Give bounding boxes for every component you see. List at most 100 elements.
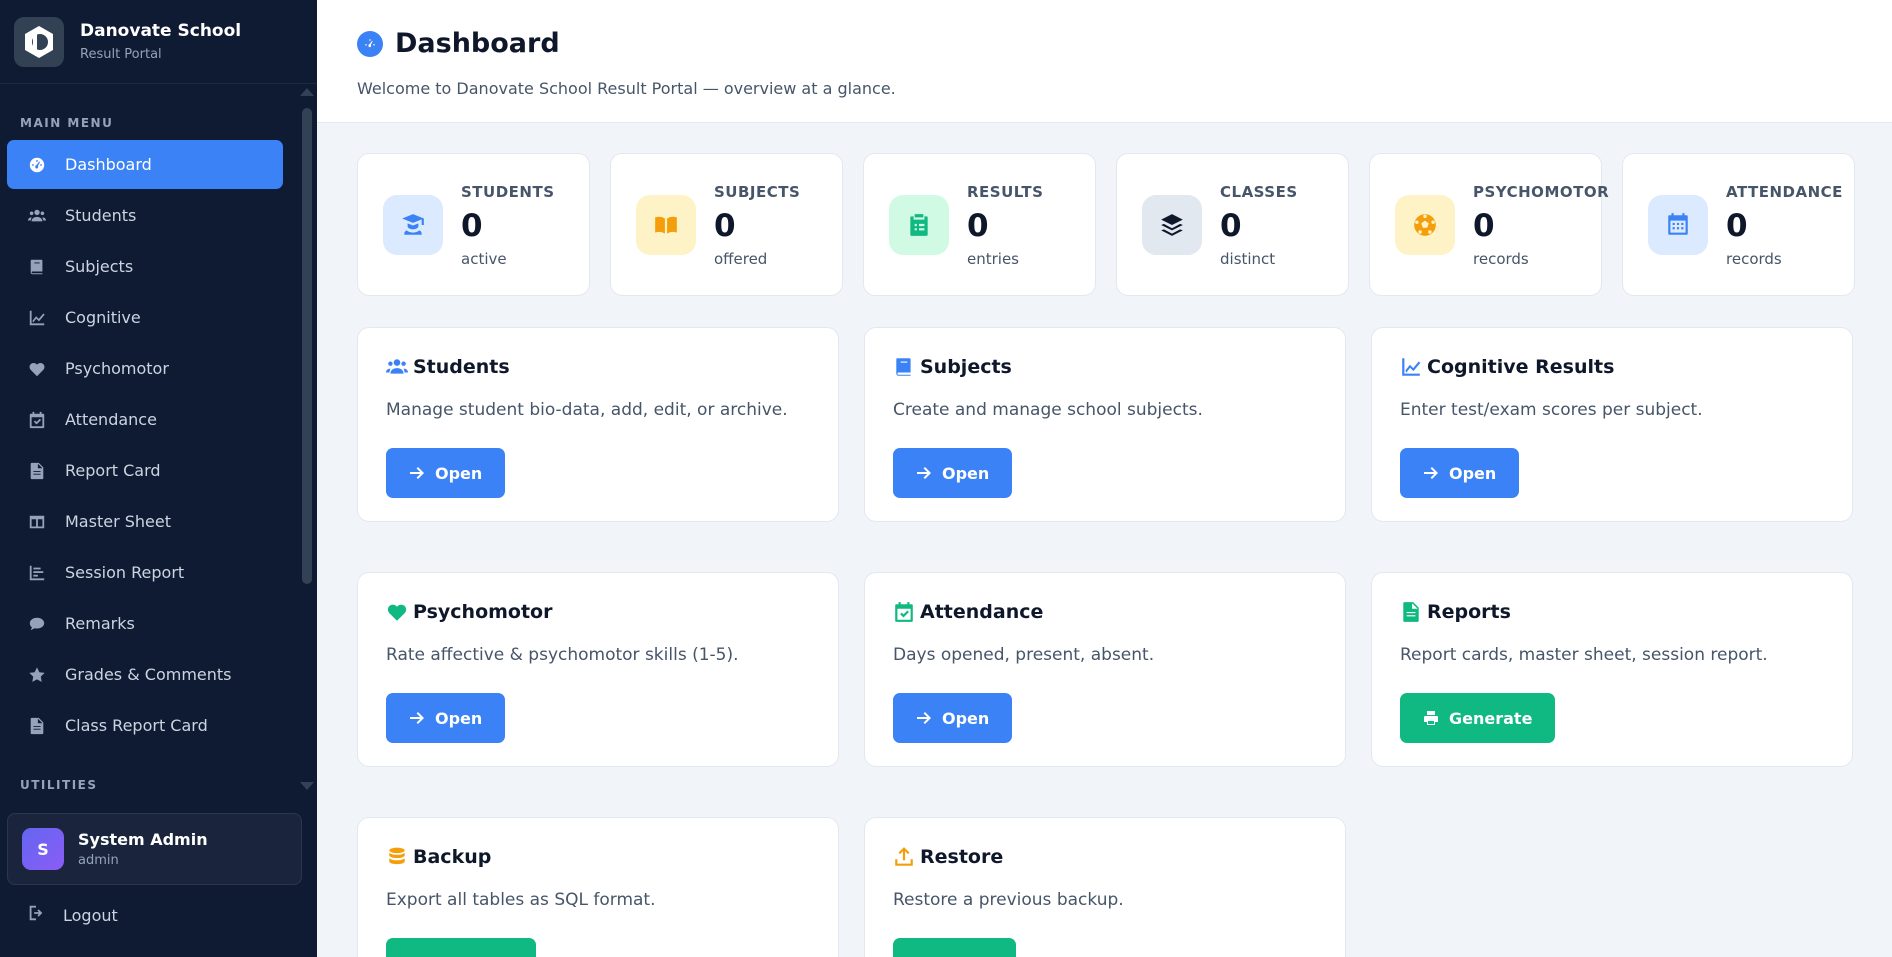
open-attendance-button[interactable]: Open	[893, 693, 1013, 743]
open-cognitive-button[interactable]: Open	[1400, 448, 1520, 498]
card-psychomotor: Psychomotor Rate affective & psychomotor…	[357, 572, 839, 767]
chart-line-icon	[1402, 358, 1421, 376]
sidebar-item-label: Attendance	[65, 410, 157, 429]
card-description: Report cards, master sheet, session repo…	[1400, 645, 1768, 665]
stat-label: CLASSES	[1220, 183, 1298, 201]
generate-reports-button[interactable]: Generate	[1400, 693, 1556, 743]
open-students-button[interactable]: Open	[386, 448, 506, 498]
sidebar-item-remarks[interactable]: Remarks	[7, 599, 283, 648]
page-header: Dashboard Welcome to Danovate School Res…	[317, 0, 1892, 123]
file-icon	[27, 461, 47, 481]
heart-icon	[27, 359, 47, 379]
sidebar-item-label: Cognitive	[65, 308, 141, 327]
card-description: Days opened, present, absent.	[893, 645, 1155, 665]
stat-sub: distinct	[1220, 250, 1276, 268]
sidebar-item-cognitive[interactable]: Cognitive	[7, 293, 283, 342]
stat-card-attendance: ATTENDANCE 0 records	[1622, 153, 1855, 296]
user-card[interactable]: S System Admin admin	[7, 813, 302, 885]
utilities-label: UTILITIES	[20, 778, 98, 792]
layers-icon	[1142, 195, 1202, 255]
calendar-check-icon	[895, 602, 913, 622]
button-label: Generate	[1449, 708, 1533, 728]
sidebar-item-dashboard[interactable]: Dashboard	[7, 140, 283, 189]
open-subjects-button[interactable]: Open	[893, 448, 1013, 498]
download-backup-button[interactable]	[386, 938, 536, 957]
sidebar-item-label: Report Card	[65, 461, 161, 480]
button-label: Open	[1449, 463, 1497, 483]
card-title: Cognitive Results	[1427, 356, 1615, 378]
arrow-right-icon	[917, 467, 931, 479]
sidebar-item-grades-comments[interactable]: Grades & Comments	[7, 650, 283, 699]
stat-label: SUBJECTS	[714, 183, 801, 201]
stat-sub: entries	[967, 250, 1019, 268]
card-title: Attendance	[920, 601, 1044, 623]
sidebar-item-report-card[interactable]: Report Card	[7, 446, 283, 495]
card-description: Create and manage school subjects.	[893, 400, 1203, 420]
card-title: Psychomotor	[413, 601, 553, 623]
sidebar-item-label: Psychomotor	[65, 359, 169, 378]
stat-label: PSYCHOMOTOR	[1473, 183, 1610, 201]
sidebar-item-class-report-card[interactable]: Class Report Card	[7, 701, 283, 750]
print-icon	[1424, 711, 1438, 725]
page-title: Dashboard	[395, 28, 560, 59]
sidebar: Danovate School Result Portal MAIN MENU …	[0, 0, 317, 957]
upload-icon	[895, 847, 913, 866]
open-psychomotor-button[interactable]: Open	[386, 693, 506, 743]
gauge-icon	[27, 155, 47, 175]
card-cognitive-results: Cognitive Results Enter test/exam scores…	[1371, 327, 1853, 522]
sidebar-item-subjects[interactable]: Subjects	[7, 242, 283, 291]
stat-sub: records	[1473, 250, 1529, 268]
main-content: Dashboard Welcome to Danovate School Res…	[317, 0, 1892, 957]
bar-chart-icon	[27, 563, 47, 583]
sidebar-item-label: Master Sheet	[65, 512, 171, 531]
file-icon	[1403, 602, 1419, 622]
card-title: Students	[413, 356, 510, 378]
sidebar-item-attendance[interactable]: Attendance	[7, 395, 283, 444]
sidebar-item-session-report[interactable]: Session Report	[7, 548, 283, 597]
book-icon	[896, 358, 911, 376]
sidebar-item-label: Session Report	[65, 563, 185, 582]
sidebar-item-psychomotor[interactable]: Psychomotor	[7, 344, 283, 393]
card-description: Manage student bio-data, add, edit, or a…	[386, 400, 788, 420]
stat-card-psychomotor: PSYCHOMOTOR 0 records	[1369, 153, 1609, 296]
logout-button[interactable]: Logout	[7, 890, 297, 940]
star-icon	[27, 665, 47, 685]
scroll-down-arrow[interactable]	[300, 782, 314, 790]
calendar-icon	[1648, 195, 1708, 255]
card-title: Restore	[920, 846, 1004, 868]
chart-line-icon	[27, 308, 47, 328]
stat-value: 0	[1473, 208, 1495, 244]
sign-out-icon	[27, 904, 63, 926]
scroll-up-arrow[interactable]	[300, 88, 314, 96]
sidebar-item-master-sheet[interactable]: Master Sheet	[7, 497, 283, 546]
user-graduate-icon	[383, 195, 443, 255]
stat-card-classes: CLASSES 0 distinct	[1116, 153, 1349, 296]
stat-sub: offered	[714, 250, 768, 268]
brand[interactable]: Danovate School Result Portal	[0, 0, 317, 84]
sidebar-menu: MAIN MENU Dashboard Students Subjects Co…	[0, 90, 317, 790]
file-icon	[27, 716, 47, 736]
stat-value: 0	[714, 208, 736, 244]
users-icon	[27, 206, 47, 226]
card-restore: Restore Restore a previous backup.	[864, 817, 1346, 957]
sidebar-scrollbar[interactable]	[302, 108, 312, 584]
stat-sub: records	[1726, 250, 1782, 268]
button-label: Open	[435, 463, 483, 483]
sidebar-item-students[interactable]: Students	[7, 191, 283, 240]
card-subjects: Subjects Create and manage school subjec…	[864, 327, 1346, 522]
import-restore-button[interactable]	[893, 938, 1016, 957]
button-label: Open	[942, 463, 990, 483]
stat-value: 0	[1726, 208, 1748, 244]
stat-label: STUDENTS	[461, 183, 555, 201]
card-attendance: Attendance Days opened, present, absent.…	[864, 572, 1346, 767]
calendar-check-icon	[27, 410, 47, 430]
book-open-icon	[636, 195, 696, 255]
card-backup: Backup Export all tables as SQL format.	[357, 817, 839, 957]
page-subtitle: Welcome to Danovate School Result Portal…	[357, 79, 896, 98]
database-icon	[389, 847, 405, 865]
stat-value: 0	[461, 208, 483, 244]
sidebar-item-label: Remarks	[65, 614, 135, 633]
brand-subtitle: Result Portal	[80, 47, 162, 62]
stat-value: 0	[1220, 208, 1242, 244]
futbol-icon	[1395, 195, 1455, 255]
